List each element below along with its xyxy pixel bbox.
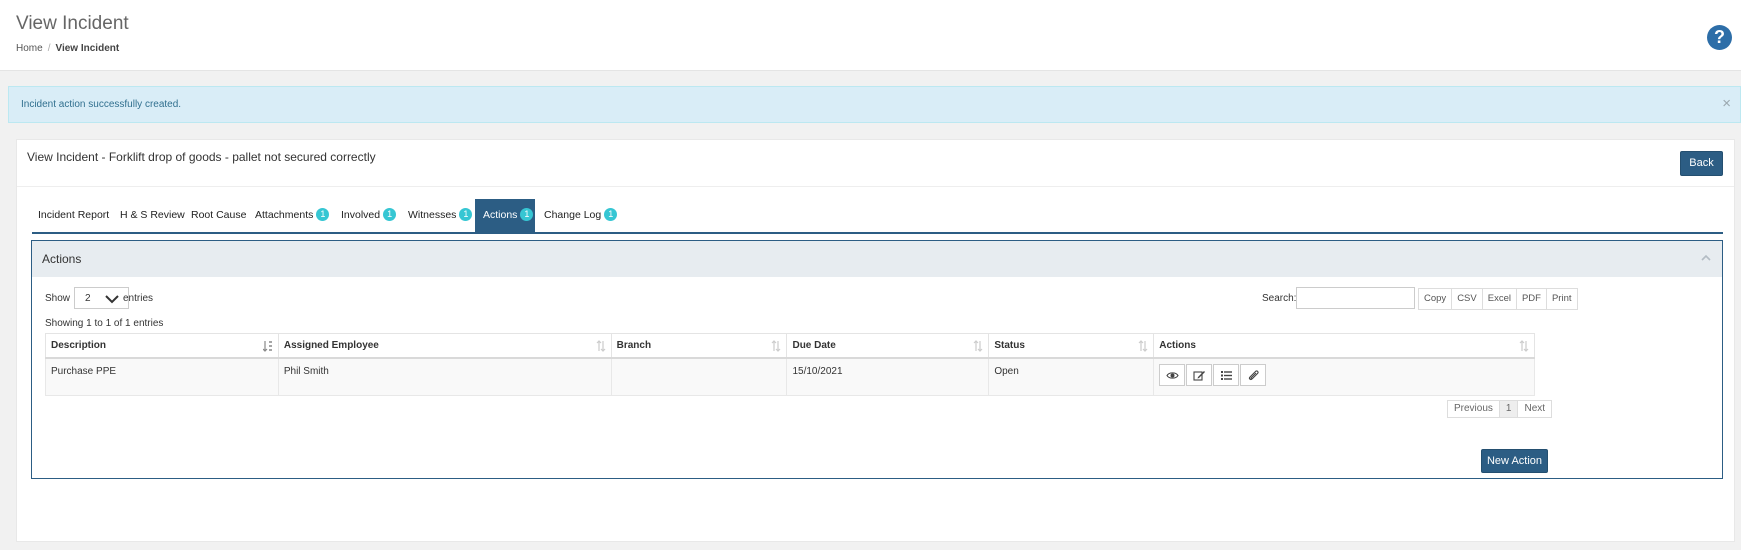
list-icon (1221, 370, 1233, 380)
new-action-button[interactable]: New Action (1481, 449, 1548, 473)
pagination: Previous 1 Next (1447, 400, 1553, 418)
tab-badge: 1 (520, 208, 534, 221)
tab-label: Witnesses (408, 209, 457, 221)
sort-icon (973, 340, 983, 352)
edit-button[interactable] (1186, 363, 1213, 386)
column-label: Assigned Employee (283, 339, 379, 351)
print-button[interactable]: Print (1545, 288, 1578, 310)
portlet-title: View Incident - Forklift drop of goods -… (27, 150, 376, 164)
column-label: Actions (1159, 339, 1196, 351)
cell-assigned-employee: Phil Smith (277, 357, 612, 396)
actions-table: Description Assigned Employee Branch Due… (45, 333, 1535, 396)
tab-witnesses[interactable]: Witnesses 1 (408, 199, 473, 232)
cell-branch (610, 357, 788, 396)
page-title: View Incident (16, 13, 129, 34)
table-info: Showing 1 to 1 of 1 entries (45, 318, 164, 329)
sort-icon (596, 340, 606, 352)
tab-involved[interactable]: Involved 1 (341, 199, 397, 232)
column-header-due-date[interactable]: Due Date (786, 333, 990, 359)
breadcrumb-current: View Incident (55, 43, 120, 54)
column-header-actions[interactable]: Actions (1153, 333, 1535, 359)
csv-button[interactable]: CSV (1451, 288, 1483, 310)
tab-change-log[interactable]: Change Log 1 (544, 199, 618, 232)
copy-button[interactable]: Copy (1418, 288, 1453, 310)
actions-box-title: Actions (42, 252, 82, 266)
tab-attachments[interactable]: Attachments 1 (255, 199, 330, 232)
tab-root-cause[interactable]: Root Cause (191, 199, 246, 232)
tab-incident-report[interactable]: Incident Report (38, 199, 109, 232)
pdf-button[interactable]: PDF (1515, 288, 1547, 310)
incident-tabs: Incident Report H & S Review Root Cause … (32, 199, 1723, 234)
export-buttons: Copy CSV Excel PDF Print (1418, 288, 1578, 310)
attach-button[interactable] (1240, 363, 1267, 386)
tab-label: Attachments (255, 209, 314, 221)
column-label: Due Date (792, 339, 836, 351)
page-header: View Incident Home / View Incident ? (0, 0, 1741, 71)
tab-badge: 1 (383, 208, 397, 221)
table-header-row: Description Assigned Employee Branch Due… (45, 333, 1535, 359)
actions-box-header: Actions (32, 241, 1722, 277)
success-alert: Incident action successfully created. × (8, 86, 1741, 123)
sort-icon (772, 340, 781, 352)
tab-label: Involved (341, 209, 381, 221)
actions-box: Actions Show 25 entries Search: Copy CSV… (31, 240, 1723, 479)
paperclip-icon (1249, 369, 1259, 380)
edit-icon (1193, 370, 1206, 381)
next-page-button[interactable]: Next (1517, 400, 1553, 418)
column-label: Branch (616, 339, 652, 351)
eye-icon (1166, 371, 1179, 379)
sort-asc-icon (262, 341, 272, 352)
previous-page-button[interactable]: Previous (1447, 400, 1500, 418)
tab-actions[interactable]: Actions 1 (475, 199, 535, 232)
tab-badge: 1 (459, 208, 473, 221)
cell-due-date: 15/10/2021 (786, 357, 990, 396)
search-input[interactable] (1296, 287, 1415, 309)
current-page-button[interactable]: 1 (1498, 400, 1519, 418)
portlet-divider (17, 186, 1734, 187)
tab-label: H & S Review (120, 209, 185, 221)
chevron-down-icon (105, 295, 119, 304)
view-button[interactable] (1159, 363, 1186, 386)
sort-icon (1138, 340, 1148, 352)
column-header-branch[interactable]: Branch (610, 333, 788, 359)
show-label: Show (45, 293, 71, 304)
sort-icon (1519, 340, 1529, 352)
cell-description: Purchase PPE (45, 357, 279, 396)
alert-message: Incident action successfully created. (21, 99, 182, 110)
excel-button[interactable]: Excel (1481, 288, 1517, 310)
tab-label: Change Log (544, 209, 602, 221)
page-length-value: 25 (85, 293, 91, 304)
column-header-description[interactable]: Description (45, 333, 279, 359)
cell-actions (1153, 357, 1535, 396)
tab-label: Root Cause (191, 209, 247, 221)
column-label: Status (994, 339, 1025, 351)
tab-label: Incident Report (38, 209, 110, 221)
column-header-assigned-employee[interactable]: Assigned Employee (277, 333, 612, 359)
table-row: Purchase PPE Phil Smith 15/10/2021 Open (45, 357, 1535, 396)
search-label: Search: (1262, 293, 1297, 304)
breadcrumb-separator: / (47, 43, 51, 54)
help-icon[interactable]: ? (1707, 25, 1732, 50)
page-length-select[interactable]: 25 (74, 287, 129, 309)
tab-badge: 1 (604, 208, 618, 221)
list-button[interactable] (1213, 363, 1240, 386)
incident-portlet: View Incident - Forklift drop of goods -… (16, 139, 1735, 542)
entries-label: entries (123, 293, 154, 304)
tab-label: Actions (483, 209, 518, 221)
tab-badge: 1 (316, 208, 330, 221)
column-label: Description (51, 339, 107, 351)
alert-close-icon[interactable]: × (1722, 95, 1731, 112)
breadcrumb-home[interactable]: Home (16, 43, 43, 54)
tab-hs-review[interactable]: H & S Review (120, 199, 185, 232)
column-header-status[interactable]: Status (988, 333, 1155, 359)
breadcrumb: Home / View Incident (16, 43, 119, 54)
cell-status: Open (988, 357, 1155, 396)
chevron-up-icon[interactable] (1699, 251, 1713, 265)
back-button[interactable]: Back (1680, 151, 1723, 176)
